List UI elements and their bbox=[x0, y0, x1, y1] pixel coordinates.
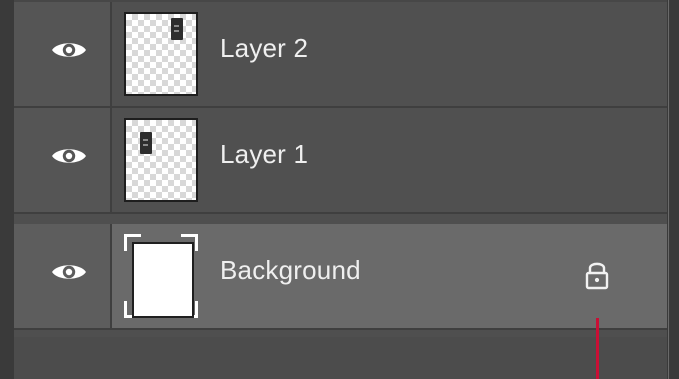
eye-icon[interactable] bbox=[50, 144, 88, 168]
layer-thumbnail[interactable] bbox=[124, 12, 198, 96]
transparent-thumbnail bbox=[124, 12, 198, 96]
visibility-cell bbox=[14, 108, 112, 212]
eye-icon[interactable] bbox=[50, 38, 88, 62]
white-thumbnail bbox=[132, 242, 194, 318]
layer-row-background[interactable]: Background bbox=[14, 224, 667, 330]
layer-row-layer-1[interactable]: Layer 1 bbox=[14, 108, 667, 214]
layer-name[interactable]: Background bbox=[220, 257, 361, 283]
layers-list: Layer 2 Layer 1 Background bbox=[14, 0, 667, 335]
background-thumbnail[interactable] bbox=[124, 234, 198, 318]
photoshop-layers-panel: Layer 2 Layer 1 Background bbox=[0, 0, 679, 379]
layer-row-layer-2[interactable]: Layer 2 bbox=[14, 2, 667, 108]
lock-icon[interactable] bbox=[582, 258, 612, 292]
layer-thumbnail[interactable] bbox=[124, 118, 198, 202]
layer-name[interactable]: Layer 2 bbox=[220, 35, 308, 61]
transparent-thumbnail bbox=[124, 118, 198, 202]
thumbnail-object bbox=[140, 132, 152, 154]
eye-icon[interactable] bbox=[50, 260, 88, 284]
right-panel-edge bbox=[667, 0, 679, 379]
thumbnail-object bbox=[171, 18, 183, 40]
layer-name[interactable]: Layer 1 bbox=[220, 141, 308, 167]
annotation-line bbox=[596, 318, 599, 379]
visibility-cell bbox=[14, 2, 112, 106]
empty-panel-area bbox=[14, 337, 667, 379]
visibility-cell bbox=[14, 224, 112, 328]
left-panel-edge bbox=[0, 0, 14, 379]
